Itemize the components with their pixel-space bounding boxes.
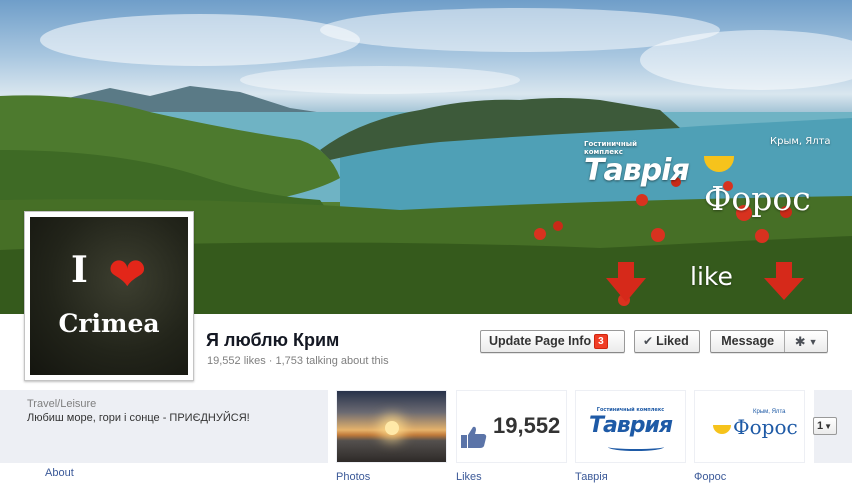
likes-count: 19,552 <box>493 413 561 438</box>
tavria-thumbnail: Гостиничный комплекс Таврия <box>576 391 685 462</box>
foros-logo-text: Форос <box>733 415 798 439</box>
profile-picture-text-crimea: Crimea <box>58 309 160 338</box>
foros-thumbnail: Крым, Ялта Форос <box>695 391 804 462</box>
thumbs-up-icon <box>461 426 487 448</box>
liked-label: Liked <box>656 334 689 348</box>
message-button[interactable]: Message <box>711 331 786 352</box>
swoosh-icon <box>608 443 664 451</box>
more-apps-button[interactable]: 1▼ <box>813 417 837 435</box>
message-button-group: Message ✱ ▼ <box>710 330 828 353</box>
foros-tile[interactable]: Крым, Ялта Форос <box>694 390 805 463</box>
chevron-down-icon: ▼ <box>824 422 833 431</box>
photos-tile[interactable] <box>336 390 447 463</box>
liked-button[interactable]: ✔ Liked <box>634 330 700 353</box>
sunset-image <box>385 421 399 435</box>
more-apps-count: 1 <box>817 420 824 432</box>
profile-picture-text-i: I <box>71 249 88 291</box>
update-page-info-label: Update Page Info <box>489 334 592 348</box>
sun-icon <box>704 156 734 172</box>
profile-picture[interactable]: I ❤ Crimea <box>24 211 194 381</box>
about-link[interactable]: About <box>45 467 74 479</box>
profile-picture-image: I ❤ Crimea <box>30 217 188 375</box>
photos-tile-label[interactable]: Photos <box>336 471 370 483</box>
notification-badge: 3 <box>594 334 608 349</box>
cover-like-text: like <box>690 262 733 291</box>
page-title[interactable]: Я люблю Крим <box>206 330 339 351</box>
likes-tile-label[interactable]: Likes <box>456 471 482 483</box>
tavria-logo-text: Таврия <box>588 413 673 438</box>
update-page-info-button[interactable]: Update Page Info 3 <box>480 330 625 353</box>
photos-thumbnail <box>337 391 446 462</box>
cover-logo-tavria-text: Таврія <box>584 153 690 188</box>
cover-logo-foros-text: Форос <box>704 179 811 218</box>
page-stats: 19,552 likes · 1,753 talking about this <box>207 355 389 367</box>
tavria-tile[interactable]: Гостиничный комплекс Таврия <box>575 390 686 463</box>
likes-tile[interactable]: 19,552 <box>456 390 567 463</box>
checkmark-icon: ✔ <box>643 334 654 348</box>
page-category: Travel/Leisure <box>27 398 97 410</box>
page-description: Любиш море, гори і сонце - ПРИЄДНУЙСЯ! <box>27 412 250 424</box>
tavria-logo: Гостиничный комплекс Таврия <box>576 407 685 438</box>
gear-icon: ✱ <box>794 334 806 349</box>
cover-logo-tavria: Гостиничный комплекс Таврія <box>584 140 690 188</box>
sun-icon <box>713 425 731 434</box>
tavria-tile-label[interactable]: Таврія <box>575 471 608 483</box>
foros-tile-label[interactable]: Форос <box>694 471 726 483</box>
heart-icon: ❤ <box>108 248 147 300</box>
likes-thumbnail: 19,552 <box>457 391 566 462</box>
cover-logo-foros: Крым, Ялта Форос <box>704 136 844 218</box>
chevron-down-icon: ▼ <box>808 337 818 347</box>
foros-logo: Форос <box>713 415 798 439</box>
settings-dropdown-button[interactable]: ✱ ▼ <box>785 331 827 352</box>
cover-logo-foros-subtitle: Крым, Ялта <box>770 136 831 147</box>
